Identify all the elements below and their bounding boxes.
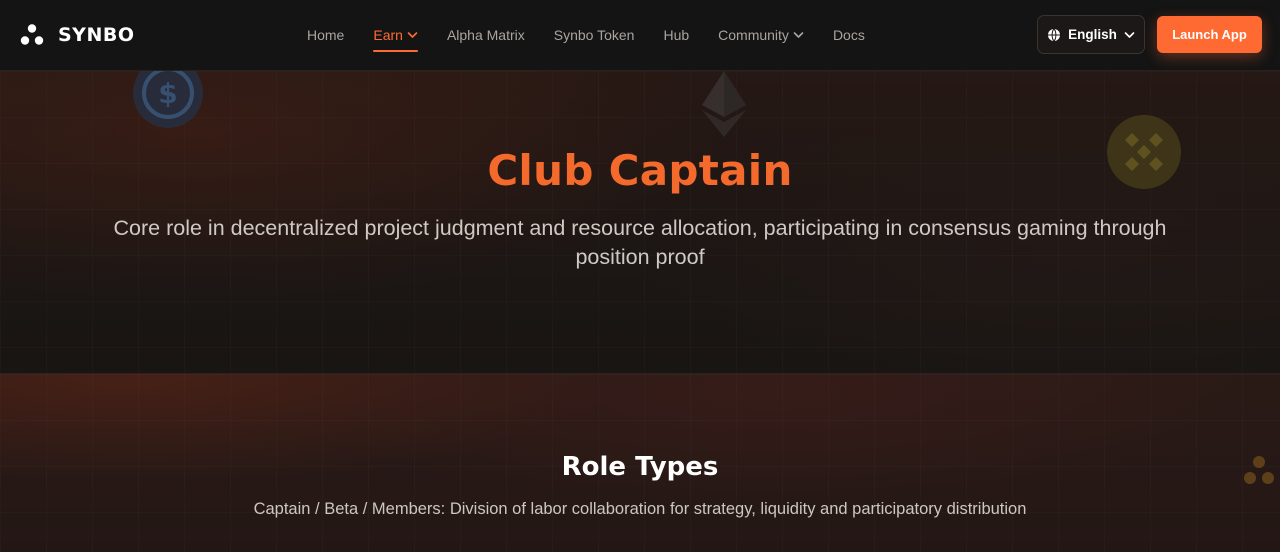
nav-community[interactable]: Community [718,27,804,43]
chevron-down-icon [407,32,418,38]
page-subtitle: Core role in decentralized project judgm… [113,216,1167,269]
ethereum-icon [702,71,746,137]
brand-logo[interactable]: SYNBO [20,22,134,48]
nav-earn-label: Earn [373,27,403,43]
role-types-section: Role Types Captain / Beta / Members: Div… [0,373,1280,552]
nav-earn[interactable]: Earn [373,27,418,52]
section-subtitle: Captain / Beta / Members: Division of la… [253,500,1027,518]
language-label: English [1068,27,1117,42]
language-selector[interactable]: English [1037,15,1145,54]
nav-synbo-token[interactable]: Synbo Token [554,27,635,43]
nav-hub-label: Hub [663,27,690,43]
nav-community-label: Community [718,27,789,43]
page-title: Club Captain [487,146,793,195]
nav-home[interactable]: Home [307,27,344,43]
nav-docs[interactable]: Docs [833,27,865,43]
nav-synbo-token-label: Synbo Token [553,27,635,43]
nav-home-label: Home [307,27,345,43]
nav-alpha-matrix[interactable]: Alpha Matrix [447,27,525,43]
nav-docs-label: Docs [832,27,865,43]
chevron-down-icon [1124,31,1135,38]
globe-icon [1048,28,1061,41]
launch-app-button[interactable]: Launch App [1157,16,1262,53]
usdc-coin-icon: $ [133,71,203,128]
svg-text:$: $ [158,77,177,110]
chevron-down-icon [793,32,804,38]
section-title: Role Types [561,452,719,482]
synbo-logo-icon [20,24,44,45]
top-nav: SYNBO Home Earn Alpha Matrix Synbo Token… [0,0,1280,71]
hero-section: $ Club Captain Core role in decentralize… [0,71,1280,373]
main-menu: Home Earn Alpha Matrix Synbo Token Hub C… [307,26,894,52]
nav-hub[interactable]: Hub [663,27,689,43]
brand-name: SYNBO [58,24,135,46]
nav-alpha-matrix-label: Alpha Matrix [446,27,525,43]
